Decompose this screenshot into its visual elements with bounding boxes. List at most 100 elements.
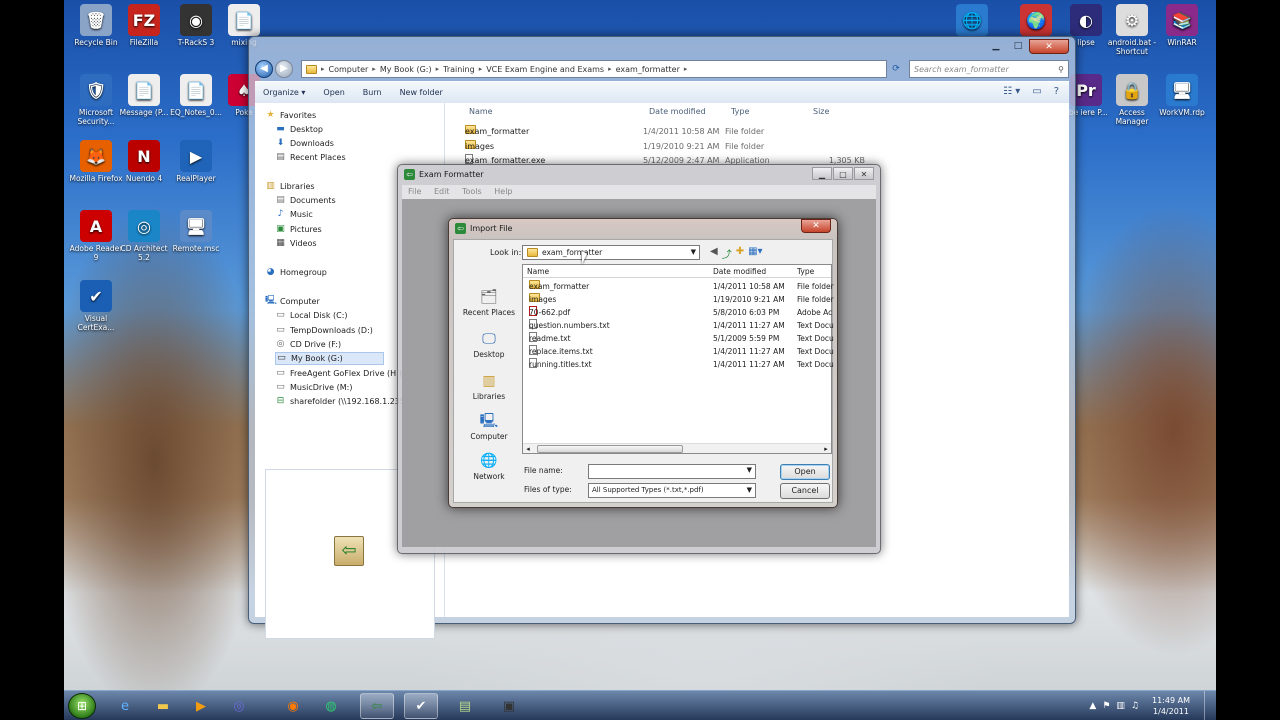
dialog-file-row[interactable]: replace.items.txt 1/4/2011 11:27 AM Text D…: [523, 345, 834, 358]
new-folder-button[interactable]: New folder: [400, 88, 443, 97]
place-recent-places[interactable]: 🗂 Recent Places: [458, 288, 520, 317]
start-button[interactable]: ⊞: [68, 693, 96, 719]
action-center-icon[interactable]: ⚑: [1102, 701, 1110, 711]
back-button[interactable]: ◀: [255, 60, 273, 78]
scroll-left-icon[interactable]: ◂: [523, 444, 533, 454]
menu-tools[interactable]: Tools: [462, 187, 482, 196]
scrollbar-thumb[interactable]: [537, 445, 683, 453]
maximize-button[interactable]: □: [1007, 39, 1029, 53]
file-name-input[interactable]: ▼: [588, 464, 756, 479]
dialog-file-row[interactable]: exam_formatter 1/4/2011 10:58 AM File fold…: [523, 280, 834, 293]
close-button[interactable]: ✕: [1029, 39, 1069, 54]
breadcrumb-computer[interactable]: Computer: [329, 65, 369, 74]
show-hidden-icons[interactable]: ▲: [1089, 701, 1096, 711]
dialog-file-row[interactable]: readme.txt 5/1/2009 5:59 PM Text Docu: [523, 332, 834, 345]
firefox-icon[interactable]: ◉: [276, 693, 310, 719]
menu-edit[interactable]: Edit: [434, 187, 450, 196]
files-of-type-dropdown[interactable]: All Supported Types (*.txt,*.pdf) ▼: [588, 483, 756, 498]
burn-button[interactable]: Burn: [363, 88, 382, 97]
desktop-shortcut[interactable]: 🖥 WorkVM.rdp: [1154, 74, 1210, 117]
nav-recent-places[interactable]: ▤ Recent Places: [275, 151, 345, 164]
app-green-icon[interactable]: ◍: [314, 693, 348, 719]
search-input[interactable]: Search exam_formatter ⚲: [909, 60, 1069, 78]
cancel-button[interactable]: Cancel: [780, 483, 830, 499]
dialog-file-row[interactable]: images 1/19/2010 9:21 AM File folder: [523, 293, 834, 306]
nav-favorites[interactable]: ★ Favorites: [265, 109, 316, 122]
breadcrumb-vce[interactable]: VCE Exam Engine and Exams: [486, 65, 604, 74]
open-button[interactable]: Open: [780, 464, 830, 480]
app-dark-icon[interactable]: ▣: [492, 693, 526, 719]
desktop-shortcut[interactable]: ▶ RealPlayer: [168, 140, 224, 183]
column-name[interactable]: Name: [469, 107, 493, 121]
desktop-shortcut[interactable]: 🖥 Remote.msc: [168, 210, 224, 253]
media-center-icon[interactable]: ◎: [222, 693, 256, 719]
help-icon[interactable]: ?: [1054, 86, 1059, 97]
place-desktop[interactable]: 🖵 Desktop: [458, 330, 520, 359]
new-folder-icon[interactable]: ✚: [736, 246, 744, 261]
place-libraries[interactable]: ▥ Libraries: [458, 372, 520, 401]
explorer-icon[interactable]: ▬: [146, 693, 180, 719]
notepad-icon[interactable]: ▤: [448, 693, 482, 719]
nav-local-disk[interactable]: ▭ Local Disk (C:): [275, 309, 347, 322]
network-status-icon[interactable]: ▥: [1116, 701, 1125, 711]
nav-libraries[interactable]: ▥ Libraries: [265, 180, 314, 193]
ie-icon[interactable]: e: [108, 693, 142, 719]
nav-documents[interactable]: ▤ Documents: [275, 194, 335, 207]
views-icon[interactable]: ☷ ▾: [1003, 86, 1020, 97]
exam-formatter-taskbar-icon[interactable]: ⇦: [360, 693, 394, 719]
media-player-icon[interactable]: ▶: [184, 693, 218, 719]
column-type[interactable]: Type: [731, 107, 749, 121]
menu-help[interactable]: Help: [494, 187, 512, 196]
column-date[interactable]: Date modified: [713, 265, 766, 278]
minimize-button[interactable]: ▁: [812, 167, 832, 180]
show-desktop-button[interactable]: [1204, 691, 1216, 720]
desktop-shortcut[interactable]: 📄 Message (P...: [116, 74, 172, 117]
address-bar[interactable]: ▸ Computer ▸ My Book (G:) ▸ Training ▸ V…: [301, 60, 887, 78]
nav-downloads[interactable]: ⬇ Downloads: [275, 137, 334, 150]
nav-music-drive[interactable]: ▭ MusicDrive (M:): [275, 381, 352, 394]
menu-file[interactable]: File: [408, 187, 421, 196]
breadcrumb-exam-formatter[interactable]: exam_formatter: [616, 65, 680, 74]
nav-homegroup[interactable]: ◕ Homegroup: [265, 266, 327, 279]
nav-temp-downloads[interactable]: ▭ TempDownloads (D:): [275, 324, 373, 337]
column-date[interactable]: Date modified: [649, 107, 706, 121]
column-type[interactable]: Type: [797, 265, 814, 278]
nav-desktop[interactable]: ▬ Desktop: [275, 123, 323, 136]
nav-videos[interactable]: ▦ Videos: [275, 237, 316, 250]
close-button[interactable]: ✕: [801, 219, 831, 233]
nav-music[interactable]: ♪ Music: [275, 208, 313, 221]
breadcrumb-my-book[interactable]: My Book (G:): [380, 65, 432, 74]
column-name[interactable]: Name: [527, 265, 549, 278]
nav-freeagent[interactable]: ▭ FreeAgent GoFlex Drive (H:): [275, 367, 402, 380]
place-network[interactable]: 🌐 Network: [458, 452, 520, 481]
file-row[interactable]: images 1/19/2010 9:21 AM File folder: [465, 139, 865, 154]
desktop-shortcut[interactable]: 📚 WinRAR: [1154, 4, 1210, 47]
look-in-dropdown[interactable]: exam_formatter ▼: [522, 245, 700, 260]
nav-my-book[interactable]: ▭ My Book (G:): [275, 352, 384, 365]
refresh-icon[interactable]: ⟳: [887, 60, 905, 78]
desktop-shortcut[interactable]: 🌐: [944, 4, 1000, 38]
up-folder-icon[interactable]: ⤴: [722, 246, 732, 261]
scroll-right-icon[interactable]: ▸: [821, 444, 831, 454]
place-computer[interactable]: 🖳 Computer: [458, 412, 520, 441]
file-row[interactable]: exam_formatter 1/4/2011 10:58 AM File fold…: [465, 125, 865, 139]
organize-button[interactable]: Organize ▾: [263, 88, 305, 97]
dialog-file-row[interactable]: 70-662.pdf 5/8/2010 6:03 PM Adobe Ac: [523, 306, 832, 319]
dialog-file-row[interactable]: running.titles.txt 1/4/2011 11:27 AM Text …: [523, 358, 834, 371]
chevron-down-icon[interactable]: ▼: [747, 466, 752, 474]
preview-pane-icon[interactable]: ▭: [1032, 86, 1041, 97]
minimize-button[interactable]: ▁: [985, 39, 1007, 53]
column-size[interactable]: Size: [813, 107, 829, 121]
visual-certexam-taskbar-icon[interactable]: ✔: [404, 693, 438, 719]
desktop-shortcut[interactable]: 🌍: [1008, 4, 1064, 38]
desktop-shortcut[interactable]: ✔ Visual CertExa...: [68, 280, 124, 332]
view-menu-icon[interactable]: ▦▾: [748, 246, 762, 261]
desktop-shortcut[interactable]: ⚙ android.bat - Shortcut: [1104, 4, 1160, 56]
desktop-shortcut[interactable]: FZ FileZilla: [116, 4, 172, 47]
desktop-shortcut[interactable]: N Nuendo 4: [116, 140, 172, 183]
volume-icon[interactable]: ♫: [1131, 701, 1139, 711]
open-button[interactable]: Open: [323, 88, 344, 97]
nav-pictures[interactable]: ▣ Pictures: [275, 223, 321, 236]
dialog-file-row[interactable]: question.numbers.txt 1/4/2011 11:27 AM Tex…: [523, 319, 834, 332]
back-icon[interactable]: ◀: [710, 246, 718, 261]
